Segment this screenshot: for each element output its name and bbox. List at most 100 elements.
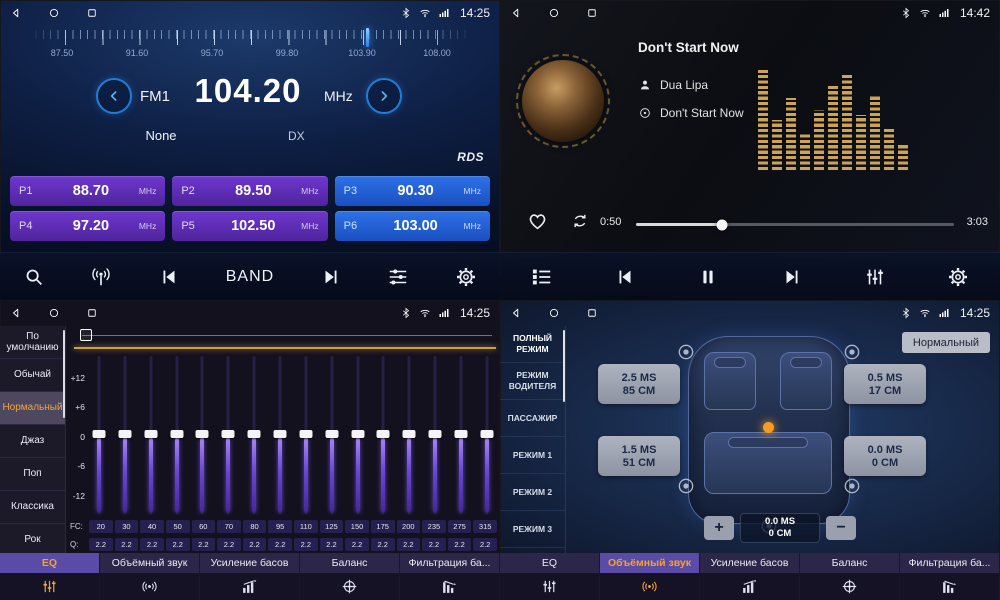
frequency-ruler[interactable]: 87.50 91.60 95.70 99.80 103.90 108.00 [0,28,500,62]
radio-preset-button[interactable]: P289.50MHz [172,176,327,206]
settings-gear-icon[interactable] [947,266,969,288]
progress-bar[interactable] [636,223,954,226]
tab-eq[interactable]: EQ [0,553,100,573]
eq-band-slider[interactable] [348,356,368,514]
balance-icon[interactable] [800,573,900,600]
next-track-icon[interactable] [320,266,342,288]
back-icon[interactable] [10,7,22,19]
eq-preset-item[interactable]: По умолчанию [0,326,65,359]
seek-up-button[interactable] [366,78,402,114]
tab-bass-boost[interactable]: Усиление басов [700,553,800,573]
repeat-icon[interactable] [570,211,590,236]
settings-gear-icon[interactable] [455,266,477,288]
radio-preset-button[interactable]: P188.70MHz [10,176,165,206]
eq-band-slider[interactable] [141,356,161,514]
eq-sliders-icon[interactable] [0,573,100,600]
slider-knob[interactable] [299,430,312,438]
eq-preset-item[interactable]: Обычай [0,359,65,392]
home-icon[interactable] [548,7,560,19]
slider-knob[interactable] [429,430,442,438]
eq-band-slider[interactable] [167,356,187,514]
slider-knob[interactable] [93,430,106,438]
tune-sliders-icon[interactable] [387,266,409,288]
delay-increase-button[interactable]: + [704,516,734,540]
eq-band-slider[interactable] [270,356,290,514]
surround-mode-item[interactable]: РЕЖИМ 2 [500,474,565,511]
slider-knob[interactable] [480,430,493,438]
eq-band-slider[interactable] [451,356,471,514]
slider-knob[interactable] [455,430,468,438]
back-icon[interactable] [10,307,22,319]
eq-preset-item[interactable]: Классика [0,491,65,524]
eq-preset-scrollbar[interactable] [63,330,65,418]
slider-knob[interactable] [377,430,390,438]
eq-band-slider[interactable] [425,356,445,514]
slider-knob[interactable] [222,430,235,438]
eq-band-slider[interactable] [399,356,419,514]
surround-sound-icon[interactable] [600,573,700,600]
bass-boost-icon[interactable] [200,573,300,600]
eq-band-slider[interactable] [192,356,212,514]
surround-mode-scrollbar[interactable] [563,330,565,402]
tab-bass-filter[interactable]: Фильтрация ба... [900,553,1000,573]
delay-decrease-button[interactable]: − [826,516,856,540]
previous-track-icon[interactable] [158,266,180,288]
previous-track-icon[interactable] [614,266,636,288]
eq-bands-scrollbar-thumb[interactable] [80,329,92,341]
home-icon[interactable] [548,307,560,319]
slider-knob[interactable] [325,430,338,438]
recents-icon[interactable] [586,7,598,19]
tab-surround-sound[interactable]: Объёмный звук [600,553,700,573]
broadcast-antenna-icon[interactable] [90,266,112,288]
slider-knob[interactable] [248,430,261,438]
radio-preset-button[interactable]: P6103.00MHz [335,211,490,241]
seek-down-button[interactable] [96,78,132,114]
tab-balance[interactable]: Баланс [300,553,400,573]
tab-balance[interactable]: Баланс [800,553,900,573]
home-icon[interactable] [48,307,60,319]
eq-preset-item[interactable]: Джаз [0,425,65,458]
surround-mode-item[interactable]: РЕЖИМ 1 [500,437,565,474]
eq-preset-item[interactable]: Рок [0,524,65,553]
slider-knob[interactable] [351,430,364,438]
slider-knob[interactable] [118,430,131,438]
back-icon[interactable] [510,307,522,319]
balance-icon[interactable] [300,573,400,600]
slider-knob[interactable] [144,430,157,438]
surround-sound-icon[interactable] [100,573,200,600]
favorite-heart-icon[interactable] [526,209,549,237]
recents-icon[interactable] [86,307,98,319]
bass-boost-icon[interactable] [700,573,800,600]
eq-preset-item[interactable]: Нормальный [0,392,65,425]
tab-eq[interactable]: EQ [500,553,600,573]
next-track-icon[interactable] [781,266,803,288]
delay-rear-left[interactable]: 1.5 MS 51 CM [598,436,680,476]
eq-band-slider[interactable] [296,356,316,514]
progress-knob[interactable] [716,219,727,230]
eq-band-slider[interactable] [322,356,342,514]
recents-icon[interactable] [86,7,98,19]
tab-bass-filter[interactable]: Фильтрация ба... [400,553,500,573]
tab-bass-boost[interactable]: Усиление басов [200,553,300,573]
delay-front-right[interactable]: 0.5 MS 17 CM [844,364,926,404]
radio-preset-button[interactable]: P390.30MHz [335,176,490,206]
eq-bands-scrollbar[interactable] [82,335,492,336]
back-icon[interactable] [510,7,522,19]
slider-knob[interactable] [403,430,416,438]
pause-icon[interactable] [697,266,719,288]
recents-icon[interactable] [586,307,598,319]
surround-mode-item[interactable]: ПАССАЖИР [500,400,565,437]
bass-filter-icon[interactable] [900,573,1000,600]
band-button[interactable]: BAND [226,268,274,286]
slider-knob[interactable] [170,430,183,438]
home-icon[interactable] [48,7,60,19]
surround-mode-item[interactable]: РЕЖИМ 3 [500,511,565,548]
surround-mode-item[interactable]: РЕЖИМ ВОДИТЕЛЯ [500,363,565,400]
mixer-sliders-icon[interactable] [864,266,886,288]
delay-front-left[interactable]: 2.5 MS 85 CM [598,364,680,404]
playlist-icon[interactable] [531,266,553,288]
bass-filter-icon[interactable] [400,573,500,600]
radio-preset-button[interactable]: P5102.50MHz [172,211,327,241]
scan-search-icon[interactable] [23,266,45,288]
eq-band-slider[interactable] [218,356,238,514]
